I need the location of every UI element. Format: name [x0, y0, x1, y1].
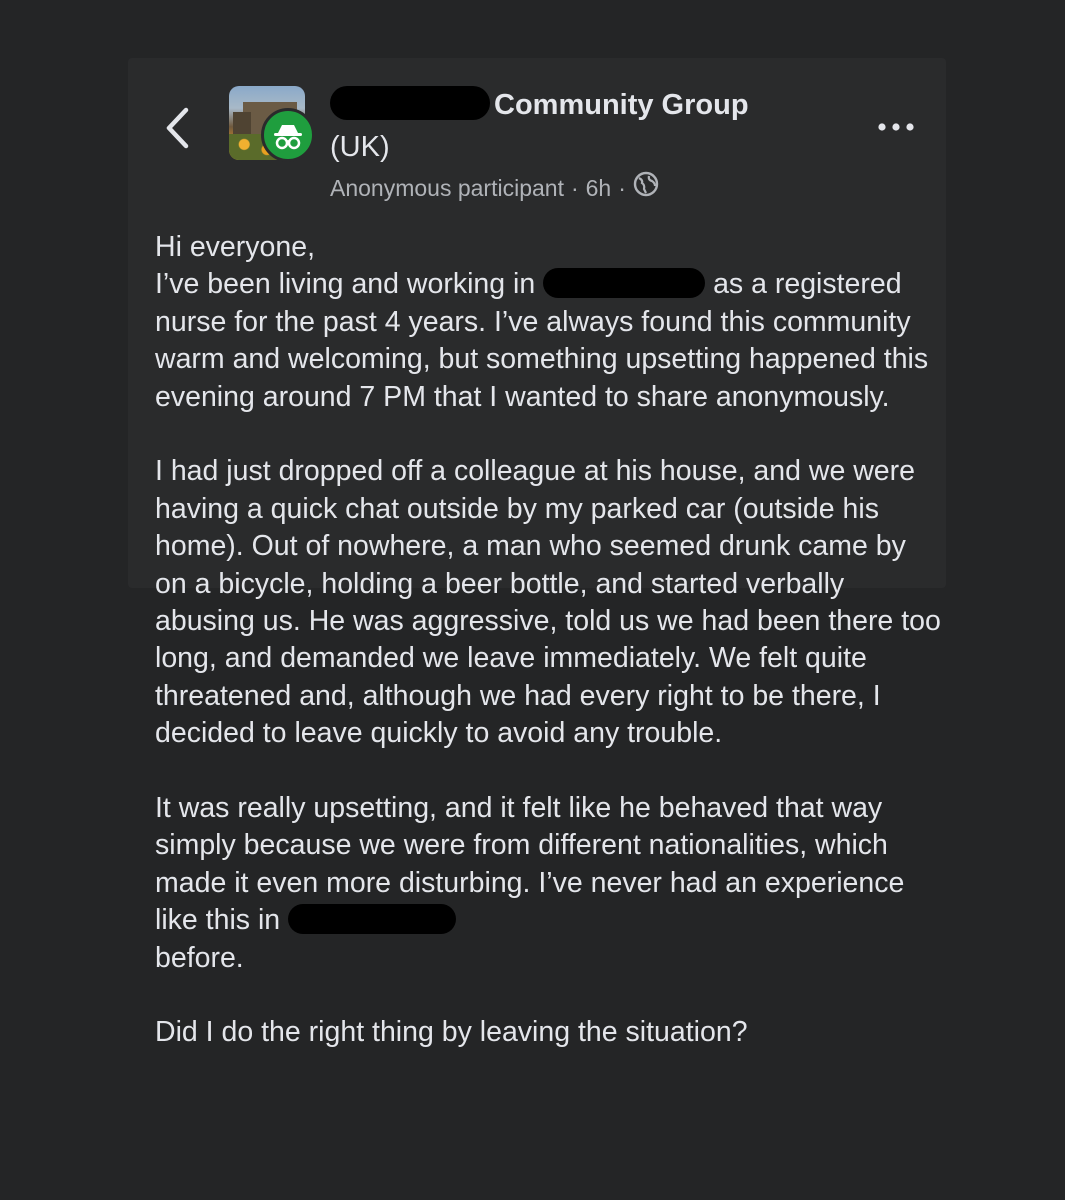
post-screen: Community Group (UK) Anonymous participa… [0, 0, 1065, 1200]
post-greeting: Hi everyone, [155, 231, 315, 263]
post-question: Did I do the right thing by leaving the … [155, 1016, 748, 1049]
back-button[interactable] [156, 100, 200, 156]
meta-separator: · [570, 174, 579, 201]
more-horizontal-icon [878, 123, 914, 131]
post-body: Hi everyone, I’ve been living and workin… [155, 229, 945, 1052]
author-label: Anonymous participant [330, 174, 564, 201]
post-paragraph-3: It was really upsetting, and it felt lik… [155, 792, 905, 974]
post-paragraph-2: I had just dropped off a colleague at hi… [155, 455, 941, 750]
anonymous-incognito-icon [274, 125, 302, 150]
group-name-text: Community Group [494, 89, 749, 121]
post-time[interactable]: 6h [586, 175, 612, 201]
redaction-mark [288, 904, 457, 935]
anonymous-badge [261, 108, 315, 162]
chevron-left-icon [166, 107, 189, 149]
meta-separator: · [618, 174, 626, 201]
redaction-mark [330, 86, 490, 120]
more-options-button[interactable] [874, 112, 920, 142]
post-paragraph-1: I’ve been living and working in as a reg… [155, 268, 929, 413]
redaction-mark [543, 268, 706, 299]
globe-icon [633, 171, 659, 205]
group-name-link[interactable]: Community Group (UK) [330, 84, 800, 168]
post-meta: Anonymous participant · 6h · [330, 170, 659, 202]
group-name-suffix: (UK) [330, 131, 390, 163]
